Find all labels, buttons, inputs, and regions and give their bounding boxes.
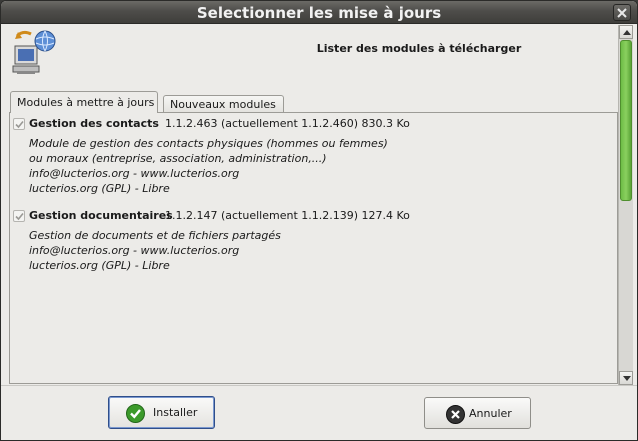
- module-name: Gestion des contacts: [29, 117, 159, 130]
- module-checkbox[interactable]: [13, 118, 25, 130]
- title-bar[interactable]: Selectionner les mise à jours: [1, 1, 637, 24]
- checkmark-circle-icon: [126, 404, 145, 423]
- cancel-button[interactable]: Annuler: [424, 397, 531, 429]
- close-icon: [617, 8, 627, 18]
- module-version: 1.1.2.463 (actuellement 1.1.2.460) 830.3…: [165, 117, 410, 130]
- checkmark-icon: [15, 212, 24, 221]
- arrow-down-icon: [623, 376, 631, 381]
- scroll-down-button[interactable]: [619, 371, 633, 385]
- module-description-line: Gestion de documents et de fichiers part…: [29, 229, 281, 242]
- cancel-button-label: Annuler: [469, 407, 512, 420]
- scrollbar-thumb[interactable]: [620, 40, 632, 201]
- scroll-up-button[interactable]: [619, 25, 633, 39]
- dialog-window: Selectionner les mise à jours Lister des…: [0, 0, 638, 441]
- module-checkbox[interactable]: [13, 210, 25, 222]
- module-version: 1.1.2.147 (actuellement 1.1.2.139) 127.4…: [165, 209, 410, 222]
- module-contact: info@lucterios.org - www.lucterios.org: [29, 244, 240, 257]
- module-name: Gestion documentaires: [29, 209, 173, 222]
- install-button-label: Installer: [153, 406, 198, 419]
- separator: [1, 385, 637, 386]
- module-contact: info@lucterios.org - www.lucterios.org: [29, 167, 240, 180]
- module-description-line: ou moraux (entreprise, association, admi…: [29, 152, 327, 165]
- vertical-scrollbar[interactable]: [618, 25, 633, 385]
- module-license: lucterios.org (GPL) - Libre: [29, 259, 170, 272]
- modules-list: Gestion des contacts 1.1.2.463 (actuelle…: [9, 112, 618, 384]
- arrow-up-icon: [623, 30, 631, 35]
- header-title: Lister des modules à télécharger: [316, 42, 522, 55]
- tab-modules-to-update[interactable]: Modules à mettre à jours: [10, 91, 158, 113]
- update-computer-icon: [9, 28, 59, 78]
- close-button[interactable]: [613, 4, 631, 21]
- cancel-circle-icon: [446, 405, 465, 424]
- window-title: Selectionner les mise à jours: [196, 4, 442, 22]
- module-description-line: Module de gestion des contacts physiques…: [29, 137, 388, 150]
- checkmark-icon: [15, 120, 24, 129]
- module-license: lucterios.org (GPL) - Libre: [29, 182, 170, 195]
- install-button[interactable]: Installer: [108, 396, 215, 429]
- tab-new-modules[interactable]: Nouveaux modules: [163, 95, 284, 113]
